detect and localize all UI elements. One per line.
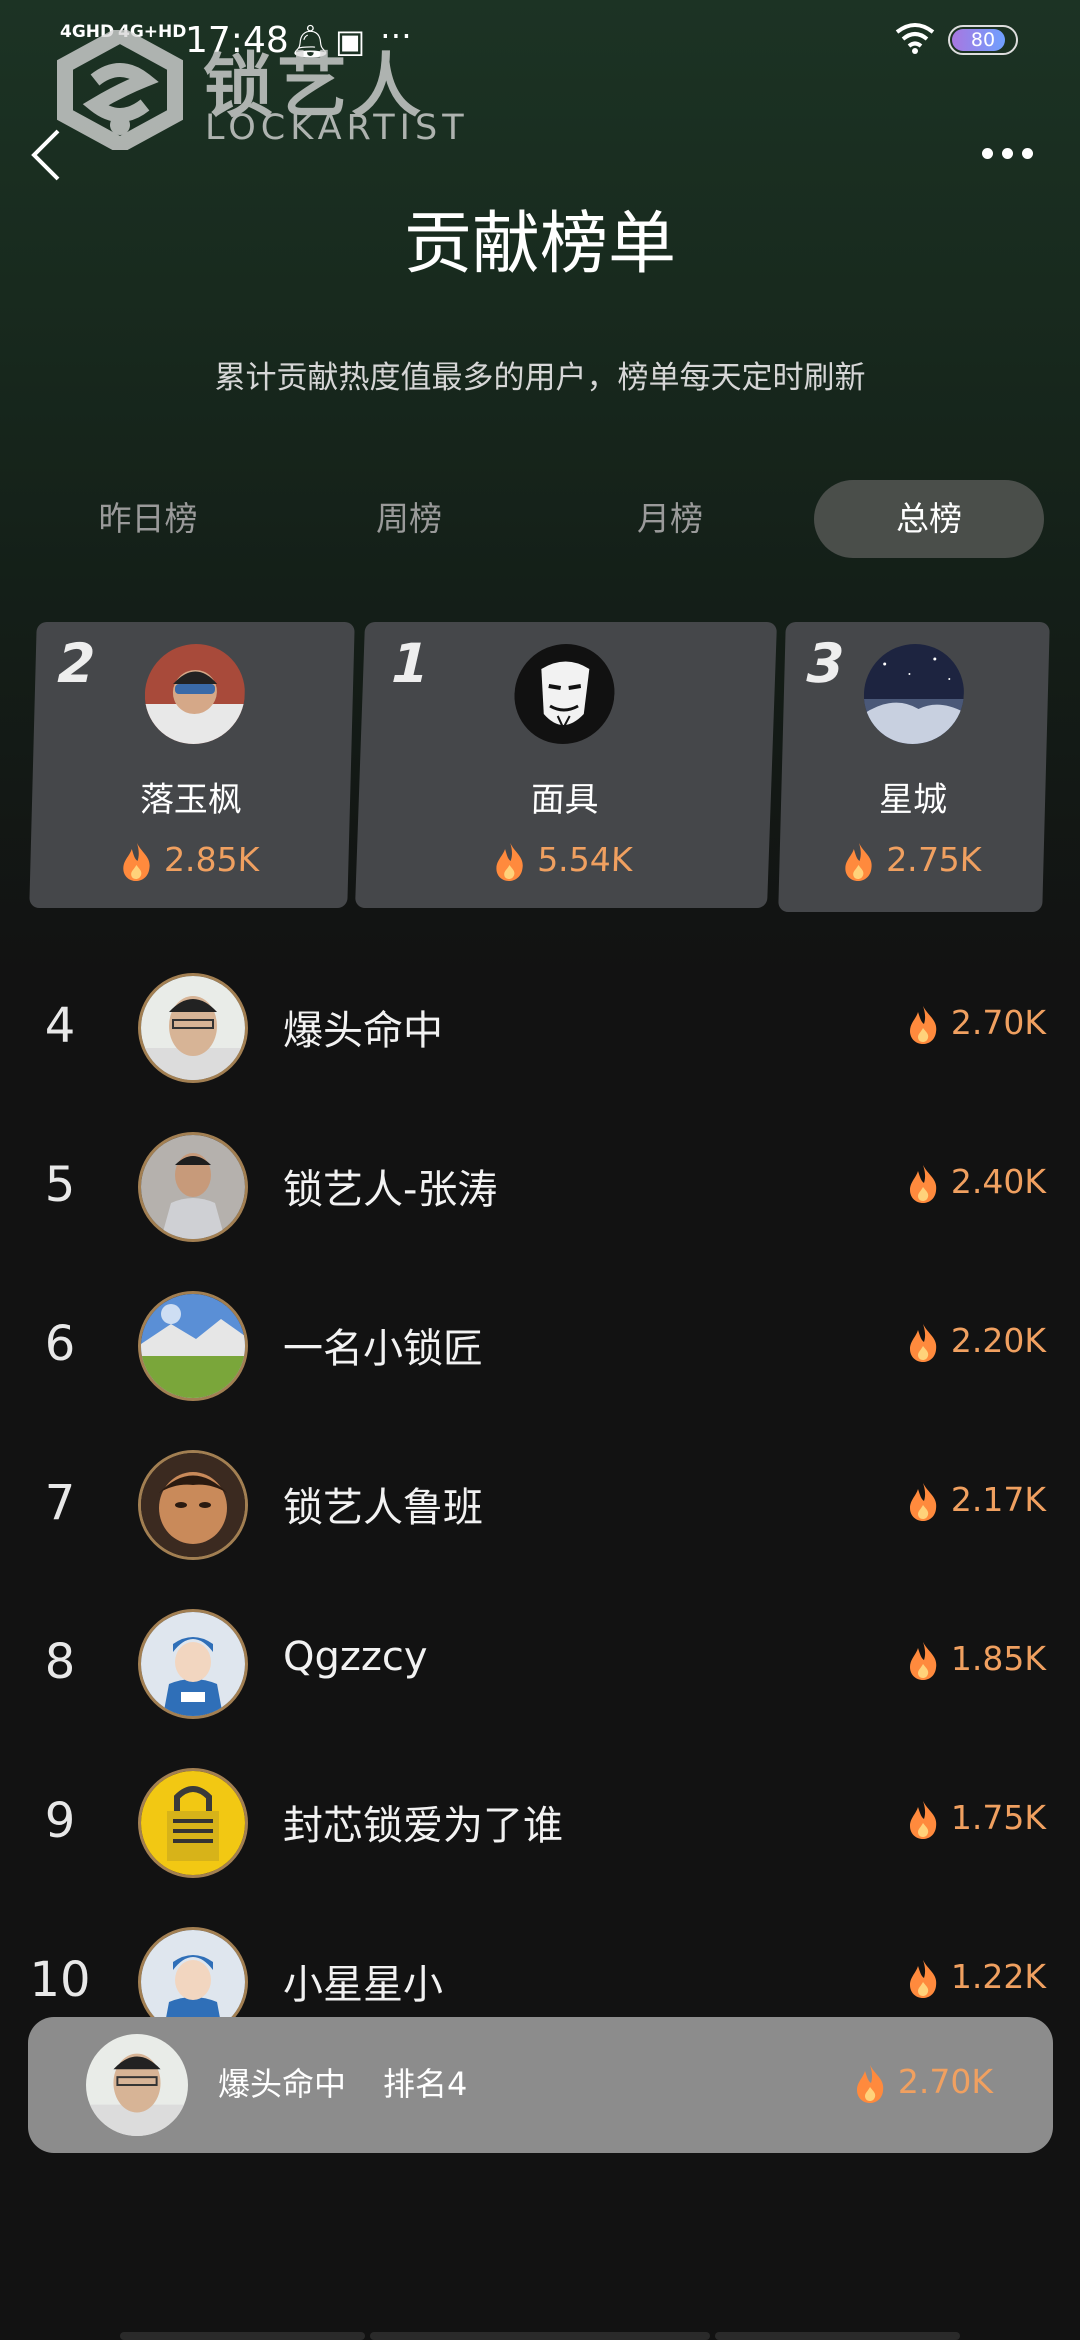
avatar <box>138 1132 248 1242</box>
more-options-button[interactable] <box>980 148 1040 162</box>
list-item[interactable]: 5 锁艺人-张涛 2.40K <box>0 1117 1080 1267</box>
user-name: 封芯锁爱为了谁 <box>283 1803 563 1849</box>
score: 2.40K <box>950 1162 1046 1201</box>
user-name: 一名小锁匠 <box>283 1326 483 1372</box>
my-score: 2.70K <box>897 2062 993 2101</box>
my-name: 爆头命中 <box>218 2065 347 2103</box>
battery-icon: 80 <box>948 25 1018 55</box>
page-subtitle: 累计贡献热度值最多的用户，榜单每天定时刷新 <box>214 360 866 396</box>
rank-number: 10 <box>29 1952 91 2008</box>
list-item[interactable]: 7 锁艺人鲁班 2.17K <box>0 1435 1080 1585</box>
tab-yesterday[interactable]: 昨日榜 <box>33 480 263 558</box>
score: 2.17K <box>950 1480 1046 1519</box>
battery-level: 80 <box>970 29 996 51</box>
logo-text-en: LOCKARTIST <box>205 108 469 148</box>
score-row: 1.85K <box>906 1639 1046 1682</box>
list-item[interactable]: 8 Qgzzcy 1.85K <box>0 1594 1080 1744</box>
fire-icon <box>910 1323 937 1362</box>
podium-card-rank-3[interactable]: 3 星城 2.75K <box>778 622 1050 912</box>
avatar <box>86 2034 188 2136</box>
nav-gesture-bar <box>370 2332 710 2340</box>
rank-number: 7 <box>44 1475 76 1531</box>
fire-icon <box>123 842 150 881</box>
podium-card-rank-1[interactable]: 1 面具 5.54K <box>355 622 777 908</box>
nav-gesture-bar <box>715 2332 960 2340</box>
podium-name: 面具 <box>530 780 600 820</box>
page-title: 贡献榜单 <box>403 205 676 284</box>
my-rank-bar[interactable]: 爆头命中 排名4 2.70K <box>28 2017 1053 2153</box>
score: 1.22K <box>950 1957 1046 1996</box>
list-item[interactable]: 9 封芯锁爱为了谁 1.75K <box>0 1753 1080 1903</box>
fire-icon <box>910 1005 937 1044</box>
logo-emblem-icon <box>57 25 183 155</box>
avatar <box>138 1768 248 1878</box>
fire-icon <box>910 1482 937 1521</box>
fire-icon <box>845 842 872 881</box>
fire-icon <box>910 1800 937 1839</box>
list-item[interactable]: 4 爆头命中 2.70K <box>0 958 1080 1108</box>
rank-number: 6 <box>44 1316 76 1372</box>
user-name: 爆头命中 <box>283 1008 443 1054</box>
user-name: 小星星小 <box>283 1962 443 2008</box>
fire-icon <box>857 2064 884 2103</box>
rank-number: 9 <box>44 1793 76 1849</box>
rank-number: 4 <box>44 998 76 1054</box>
podium-score: 2.75K <box>885 840 982 879</box>
fire-icon <box>910 1641 937 1680</box>
my-rank-label: 排名4 <box>383 2065 468 2103</box>
avatar <box>138 973 248 1083</box>
tab-weekly[interactable]: 周榜 <box>294 480 524 558</box>
wifi-icon <box>895 23 935 54</box>
score-row: 1.22K <box>906 1957 1046 2000</box>
podium-score-row: 5.54K <box>356 840 769 883</box>
podium-rank: 1 <box>390 632 431 695</box>
score: 2.70K <box>950 1003 1046 1042</box>
tab-monthly[interactable]: 月榜 <box>555 480 785 558</box>
podium-name: 星城 <box>878 780 948 820</box>
user-name: Qgzzcy <box>283 1634 428 1680</box>
score-row: 1.75K <box>906 1798 1046 1841</box>
back-arrow-icon[interactable] <box>24 125 74 185</box>
lockartist-logo: 锁艺人 LOCKARTIST <box>55 25 475 160</box>
podium-score-row: 2.85K <box>30 840 349 883</box>
tab-total[interactable]: 总榜 <box>814 480 1044 558</box>
rank-number: 5 <box>44 1157 76 1213</box>
podium-card-rank-2[interactable]: 2 落玉枫 2.85K <box>29 622 355 908</box>
podium-score-row: 2.75K <box>779 840 1044 883</box>
avatar <box>862 644 966 744</box>
avatar <box>138 1609 248 1719</box>
podium-rank: 3 <box>805 632 846 695</box>
fire-icon <box>496 842 523 881</box>
score: 2.20K <box>950 1321 1046 1360</box>
user-name: 锁艺人-张涛 <box>283 1167 498 1213</box>
podium-name: 落玉枫 <box>139 780 243 820</box>
rank-number: 8 <box>44 1634 76 1690</box>
score: 1.85K <box>950 1639 1046 1678</box>
list-item[interactable]: 6 一名小锁匠 2.20K <box>0 1276 1080 1426</box>
score-row: 2.70K <box>906 1003 1046 1046</box>
score-row: 2.20K <box>906 1321 1046 1364</box>
avatar <box>138 1291 248 1401</box>
score-row: 2.40K <box>906 1162 1046 1205</box>
fire-icon <box>910 1164 937 1203</box>
score-row: 2.17K <box>906 1480 1046 1523</box>
avatar <box>138 1450 248 1560</box>
avatar <box>143 644 247 744</box>
fire-icon <box>910 1959 937 1998</box>
podium-score: 5.54K <box>536 840 634 879</box>
user-name: 锁艺人鲁班 <box>283 1485 483 1531</box>
nav-gesture-bar <box>120 2332 365 2340</box>
my-score-row: 2.70K <box>853 2062 993 2105</box>
podium-score: 2.85K <box>163 840 260 879</box>
podium-rank: 2 <box>56 632 97 695</box>
score: 1.75K <box>950 1798 1046 1837</box>
avatar <box>512 644 617 744</box>
